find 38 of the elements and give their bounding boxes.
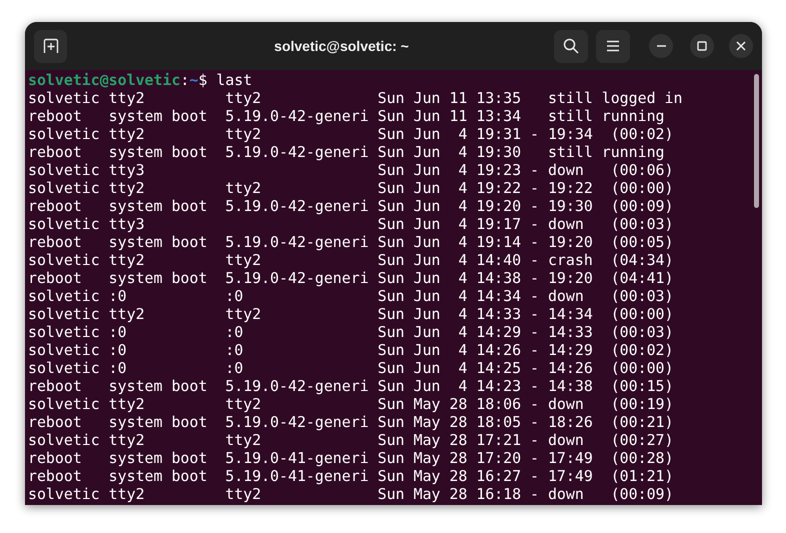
output-line: reboot system boot 5.19.0-42-generi Sun Jun 4 19:20 - 19:30 (00:09): [28, 197, 674, 215]
scrollbar-thumb[interactable]: [754, 74, 758, 208]
output-line: solvetic :0 :0 Sun Jun 4 14:26 - 14:29 (00:02): [28, 341, 674, 359]
new-tab-button[interactable]: [34, 30, 67, 62]
search-button[interactable]: [554, 30, 588, 62]
output-line: reboot system boot 5.19.0-42-generi Sun Jun 4 19:30 still running: [28, 143, 665, 161]
output-line: reboot system boot 5.19.0-42-generi Sun Jun 11 13:34 still running: [28, 107, 665, 125]
search-icon: [563, 38, 579, 54]
output-line: reboot system boot 5.19.0-41-generi Sun May 28 16:27 - 17:49 (01:21): [28, 467, 674, 485]
prompt-line: solvetic@solvetic:~$ last: [28, 71, 252, 89]
minimize-icon: [656, 45, 666, 47]
output-line: reboot system boot 5.19.0-42-generi Sun May 28 18:05 - 18:26 (00:21): [28, 413, 674, 431]
output-line: solvetic :0 :0 Sun Jun 4 14:25 - 14:26 (00:00): [28, 359, 674, 377]
maximize-icon: [697, 41, 707, 51]
output-line: solvetic tty2 tty2 Sun May 28 17:21 - down (00:27): [28, 431, 674, 449]
output-line: solvetic tty2 tty2 Sun Jun 4 19:31 - 19:34 (00:02): [28, 125, 674, 143]
close-button[interactable]: [729, 34, 753, 58]
output-line: solvetic :0 :0 Sun Jun 4 14:34 - down (00:03): [28, 287, 674, 305]
output-line: solvetic tty3 Sun Jun 4 19:23 - down (00:06): [28, 161, 674, 179]
maximize-button[interactable]: [690, 34, 714, 58]
menu-icon: [607, 40, 619, 52]
output-line: solvetic tty2 tty2 Sun Jun 4 14:33 - 14:34 (00:00): [28, 305, 674, 323]
output-line: solvetic tty2 tty2 Sun May 28 16:18 - down (00:09): [28, 485, 674, 503]
output-line: reboot system boot 5.19.0-42-generi Sun Jun 4 19:14 - 19:20 (00:05): [28, 233, 674, 251]
minimize-button[interactable]: [649, 34, 673, 58]
menu-button[interactable]: [596, 30, 630, 62]
window-title: solvetic@solvetic: ~: [274, 36, 409, 56]
output-line: solvetic tty2 tty2 Sun Jun 4 19:22 - 19:22 (00:00): [28, 179, 674, 197]
output-line: solvetic tty3 Sun Jun 4 19:17 - down (00:03): [28, 215, 674, 233]
output-line: reboot system boot 5.19.0-41-generi Sun May 28 17:20 - 17:49 (00:28): [28, 449, 674, 467]
output-line: reboot system boot 5.19.0-42-generi Sun Jun 4 14:38 - 19:20 (04:41): [28, 269, 674, 287]
output-line: solvetic tty2 tty2 Sun Jun 11 13:35 still logged in: [28, 89, 682, 107]
close-icon: [736, 41, 746, 51]
output-line: solvetic tty2 tty2 Sun Jun 4 14:40 - crash (04:34): [28, 251, 674, 269]
new-tab-icon: [42, 38, 58, 54]
output-line: solvetic :0 :0 Sun Jun 4 14:29 - 14:33 (00:03): [28, 323, 674, 341]
output-line: solvetic tty2 tty2 Sun May 28 18:06 - down (00:19): [28, 395, 674, 413]
output-line: reboot system boot 5.19.0-42-generi Sun Jun 4 14:23 - 14:38 (00:15): [28, 377, 674, 395]
